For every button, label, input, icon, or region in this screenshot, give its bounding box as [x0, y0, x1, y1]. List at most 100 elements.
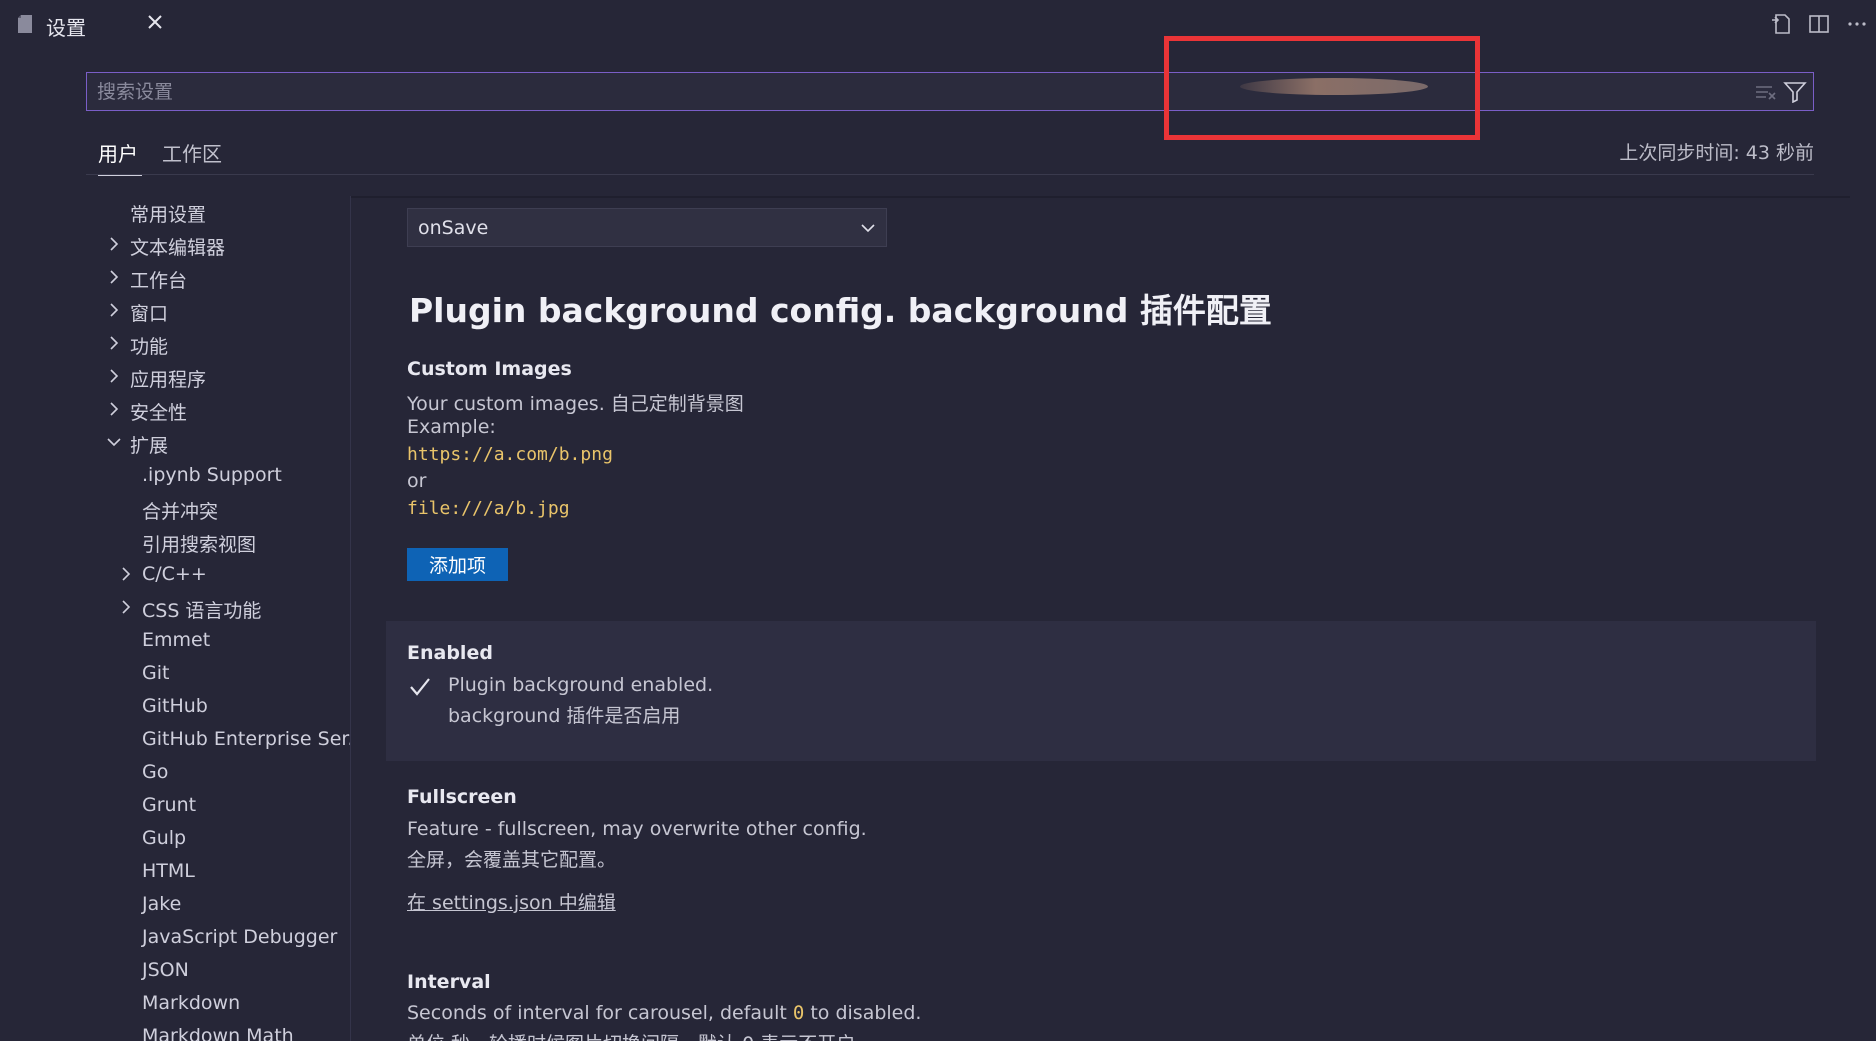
- setting-title-custom-images: Custom Images: [407, 358, 572, 380]
- toc-label: C/C++: [142, 563, 207, 585]
- toc-item-application[interactable]: 应用程序: [86, 361, 350, 394]
- toc-item-cpp[interactable]: C/C++: [86, 559, 350, 592]
- desc-text: Seconds of interval for carousel, defaul…: [407, 1002, 793, 1024]
- toc-label: 引用搜索视图: [142, 534, 257, 556]
- setting-title-enabled: Enabled: [407, 642, 493, 664]
- toc-item-workbench[interactable]: 工作台: [86, 262, 350, 295]
- more-actions-button[interactable]: [1838, 10, 1876, 38]
- toc-item-security[interactable]: 安全性: [86, 394, 350, 427]
- toc-label: GitHub: [142, 695, 208, 717]
- toc-item-text-editor[interactable]: 文本编辑器: [86, 229, 350, 262]
- toc-item-github-enterprise[interactable]: GitHub Enterprise Ser...: [86, 724, 350, 757]
- toc-label: Emmet: [142, 629, 211, 651]
- search-input[interactable]: [87, 73, 1727, 110]
- setting-title-fullscreen: Fullscreen: [407, 786, 517, 808]
- toc-label: 安全性: [130, 402, 188, 424]
- setting-desc: or: [407, 470, 427, 492]
- toc-label: 扩展: [130, 435, 169, 457]
- settings-tab[interactable]: 设置: [0, 0, 176, 48]
- toc-item-json[interactable]: JSON: [86, 955, 350, 988]
- toc-item-git[interactable]: Git: [86, 658, 350, 691]
- toc-label: Gulp: [142, 827, 187, 849]
- setting-desc: 单位 秒，轮播时候图片切换间隔，默认 0 表示不开启: [407, 1029, 855, 1041]
- tab-user[interactable]: 用户: [98, 132, 142, 176]
- toc-item-window[interactable]: 窗口: [86, 295, 350, 328]
- toc-item-markdown[interactable]: Markdown: [86, 988, 350, 1021]
- toc-label: GitHub Enterprise Ser...: [142, 728, 350, 750]
- toc-label: Markdown Math: [142, 1025, 294, 1041]
- chevron-right-icon: [110, 402, 119, 416]
- tab-label: 设置: [46, 16, 86, 40]
- toc-label: CSS 语言功能: [142, 600, 262, 622]
- inline-code: 0: [792, 1002, 805, 1024]
- toc-item-gulp[interactable]: Gulp: [86, 823, 350, 856]
- toc-item-emmet[interactable]: Emmet: [86, 625, 350, 658]
- toc-label: 常用设置: [130, 204, 207, 226]
- chevron-down-icon: [861, 224, 875, 233]
- toc-item-github[interactable]: GitHub: [86, 691, 350, 724]
- toc-item-ipynb[interactable]: .ipynb Support: [86, 460, 350, 493]
- chevron-right-icon: [110, 303, 119, 317]
- editor-actions: [1762, 10, 1876, 38]
- setting-desc: Plugin background enabled.: [448, 674, 714, 696]
- toc-item-reference-search[interactable]: 引用搜索视图: [86, 526, 350, 559]
- add-item-button[interactable]: 添加项: [407, 548, 508, 581]
- open-file-icon: [1772, 14, 1790, 34]
- enabled-checkbox[interactable]: [407, 674, 433, 700]
- clear-filter-icon[interactable]: [1755, 82, 1777, 102]
- chevron-right-icon: [122, 567, 131, 581]
- setting-desc: Feature - fullscreen, may overwrite othe…: [407, 818, 867, 840]
- toc-item-jake[interactable]: Jake: [86, 889, 350, 922]
- toc-item-merge-conflict[interactable]: 合并冲突: [86, 493, 350, 526]
- toc-item-markdown-math[interactable]: Markdown Math: [86, 1021, 350, 1041]
- edit-in-settings-json-link[interactable]: 在 settings.json 中编辑: [407, 888, 616, 915]
- open-settings-json-button[interactable]: [1762, 10, 1800, 38]
- annotation-highlight-box: [1164, 36, 1480, 140]
- toc-item-common[interactable]: 常用设置: [86, 196, 350, 229]
- toc-label: .ipynb Support: [142, 464, 282, 486]
- setting-desc: background 插件是否启用: [448, 705, 681, 727]
- toc-item-extensions[interactable]: 扩展: [86, 427, 350, 460]
- desc-text: to disabled.: [804, 1002, 922, 1024]
- setting-title-interval: Interval: [407, 971, 491, 993]
- chevron-right-icon: [110, 270, 119, 284]
- chevron-right-icon: [110, 336, 119, 350]
- setting-desc: Seconds of interval for carousel, defaul…: [407, 1002, 921, 1024]
- filter-icon[interactable]: [1783, 81, 1807, 103]
- toc-item-html[interactable]: HTML: [86, 856, 350, 889]
- chevron-down-icon: [107, 438, 121, 447]
- setting-desc: Example:: [407, 416, 496, 438]
- divider: [86, 174, 1814, 175]
- close-icon[interactable]: [145, 12, 165, 32]
- toc-label: Grunt: [142, 794, 197, 816]
- sync-status: 上次同步时间: 43 秒前: [1619, 142, 1814, 164]
- tab-bar: 设置: [0, 0, 1876, 48]
- tab-workspace[interactable]: 工作区: [162, 132, 232, 176]
- toc-label: JavaScript Debugger: [142, 926, 338, 948]
- toc-item-go[interactable]: Go: [86, 757, 350, 790]
- toc-label: Markdown: [142, 992, 241, 1014]
- toc-item-features[interactable]: 功能: [86, 328, 350, 361]
- toc-label: HTML: [142, 860, 195, 882]
- split-editor-icon: [1809, 15, 1829, 33]
- toc-label: 应用程序: [130, 369, 207, 391]
- chevron-right-icon: [110, 369, 119, 383]
- toc-label: Go: [142, 761, 169, 783]
- toc-label: 文本编辑器: [130, 237, 226, 259]
- select-value: onSave: [418, 217, 489, 239]
- chevron-right-icon: [122, 600, 131, 614]
- toc-item-css[interactable]: CSS 语言功能: [86, 592, 350, 625]
- save-mode-select[interactable]: onSave: [407, 208, 887, 247]
- toc-item-js-debugger[interactable]: JavaScript Debugger: [86, 922, 350, 955]
- file-icon: [18, 15, 32, 33]
- more-icon: [1848, 22, 1866, 26]
- code-example: https://a.com/b.png: [407, 444, 613, 465]
- toc-item-grunt[interactable]: Grunt: [86, 790, 350, 823]
- settings-toc: 常用设置 文本编辑器 工作台 窗口 功能 应用程序 安全性 扩展 .ipynb …: [86, 196, 350, 1041]
- settings-content: onSave Plugin background config. backgro…: [386, 196, 1816, 1041]
- split-editor-button[interactable]: [1800, 10, 1838, 38]
- code-example: file:///a/b.jpg: [407, 498, 570, 519]
- toc-label: JSON: [142, 959, 189, 981]
- toc-separator: [350, 196, 351, 1041]
- toc-label: 合并冲突: [142, 501, 219, 523]
